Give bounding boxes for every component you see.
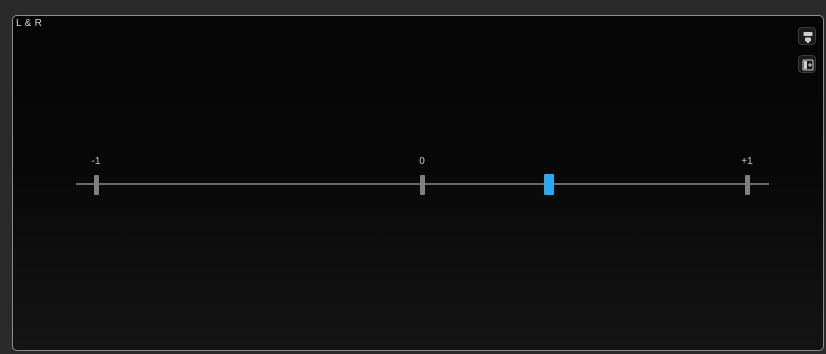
stereo-balance-panel: L & R -1 0 +1 bbox=[12, 15, 824, 351]
scale-tick-max bbox=[745, 175, 750, 195]
scale-label-max: +1 bbox=[741, 156, 753, 167]
balance-meter: -1 0 +1 bbox=[13, 16, 825, 352]
app-window: L & R -1 0 +1 bbox=[0, 0, 826, 354]
scale-label-min: -1 bbox=[91, 156, 101, 167]
balance-indicator[interactable] bbox=[543, 174, 554, 195]
scale-label-mid: 0 bbox=[419, 156, 425, 167]
scale-tick-mid bbox=[420, 175, 425, 195]
scale-tick-min bbox=[94, 175, 99, 195]
